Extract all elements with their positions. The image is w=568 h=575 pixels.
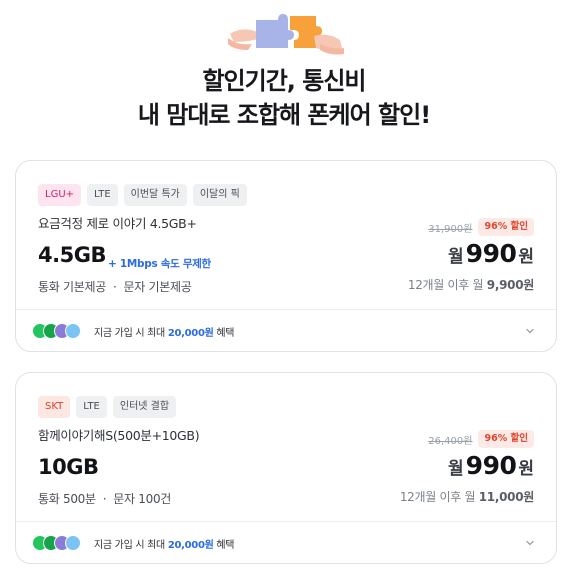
benefit-amount: 20,000원	[167, 327, 214, 339]
partner-logos	[32, 534, 86, 552]
promo-tag: 이달의 픽	[192, 184, 247, 206]
chevron-down-icon[interactable]	[524, 537, 536, 549]
discount-badge: 96% 할인	[478, 430, 534, 448]
price-suffix: 원	[518, 459, 534, 479]
after-prefix: 12개월 이후 월	[407, 278, 487, 292]
monthly-price: 월 990 원	[448, 451, 534, 480]
hero-title: 할인기간, 통신비	[202, 67, 366, 95]
partner-logos	[32, 322, 86, 340]
plan-name: 요금걱정 제로 이야기 4.5GB+	[38, 216, 197, 231]
original-price: 26,400원	[428, 435, 473, 447]
data-amount: 4.5GB	[38, 243, 106, 267]
promo-tag: 이번달 특가	[123, 184, 187, 206]
network-tag: LTE	[76, 396, 107, 418]
data-amount: 10GB	[38, 455, 99, 479]
price-discount-row: 26,400원 96% 할인	[428, 430, 534, 448]
usage-info: 통화 기본제공 · 문자 기본제공	[38, 280, 192, 294]
data-extra: + 1Mbps 속도 무제한	[108, 258, 211, 270]
price-prefix: 월	[448, 247, 464, 267]
after-price: 11,000원	[478, 490, 535, 504]
price-value: 990	[465, 239, 517, 268]
after-price: 9,900원	[486, 278, 535, 292]
price-prefix: 월	[448, 459, 464, 479]
plan-tags: SKT LTE 인터넷 결합	[38, 396, 177, 418]
benefit-row[interactable]: 지금 가입 시 최대 20,000원 혜택	[32, 522, 540, 564]
hero-section: 할인기간, 통신비 내 맘대로 조합해 폰케어 할인!	[0, 0, 568, 140]
carrier-tag: LGU+	[38, 184, 82, 206]
monthly-price: 월 990 원	[448, 239, 534, 268]
after-period-price: 12개월 이후 월 11,000원	[400, 488, 534, 505]
chevron-down-icon[interactable]	[524, 325, 536, 337]
benefit-suffix: 혜택	[213, 327, 235, 339]
plan-tags: LGU+ LTE 이번달 특가 이달의 픽	[38, 184, 247, 206]
benefit-prefix: 지금 가입 시 최대	[94, 327, 168, 339]
usage-info: 통화 500분 · 문자 100건	[38, 492, 172, 506]
price-discount-row: 31,900원 96% 할인	[428, 218, 534, 236]
plan-name: 함께이야기해S(500분+10GB)	[38, 428, 200, 443]
partner-logo-icon	[65, 323, 81, 339]
promo-tag: 인터넷 결합	[112, 396, 177, 418]
benefit-suffix: 혜택	[213, 539, 235, 551]
benefit-text: 지금 가입 시 최대 20,000원 혜택	[94, 324, 235, 339]
partner-logo-icon	[65, 535, 81, 551]
benefit-row[interactable]: 지금 가입 시 최대 20,000원 혜택	[32, 310, 540, 352]
price-suffix: 원	[518, 247, 534, 267]
benefit-prefix: 지금 가입 시 최대	[94, 539, 168, 551]
benefit-text: 지금 가입 시 최대 20,000원 혜택	[94, 536, 235, 551]
original-price: 31,900원	[428, 223, 473, 235]
after-period-price: 12개월 이후 월 9,900원	[408, 276, 534, 293]
plan-card[interactable]: LGU+ LTE 이번달 특가 이달의 픽 요금걱정 제로 이야기 4.5GB+…	[15, 160, 557, 352]
hero-subtitle: 내 맘대로 조합해 폰케어 할인!	[137, 101, 431, 129]
plan-card[interactable]: SKT LTE 인터넷 결합 함께이야기해S(500분+10GB) 10GB 통…	[15, 372, 557, 564]
benefit-amount: 20,000원	[167, 539, 214, 551]
after-prefix: 12개월 이후 월	[399, 490, 479, 504]
network-tag: LTE	[87, 184, 118, 206]
carrier-tag: SKT	[38, 396, 71, 418]
price-value: 990	[465, 451, 517, 480]
discount-badge: 96% 할인	[478, 218, 534, 236]
puzzle-hands-illustration	[228, 14, 344, 55]
